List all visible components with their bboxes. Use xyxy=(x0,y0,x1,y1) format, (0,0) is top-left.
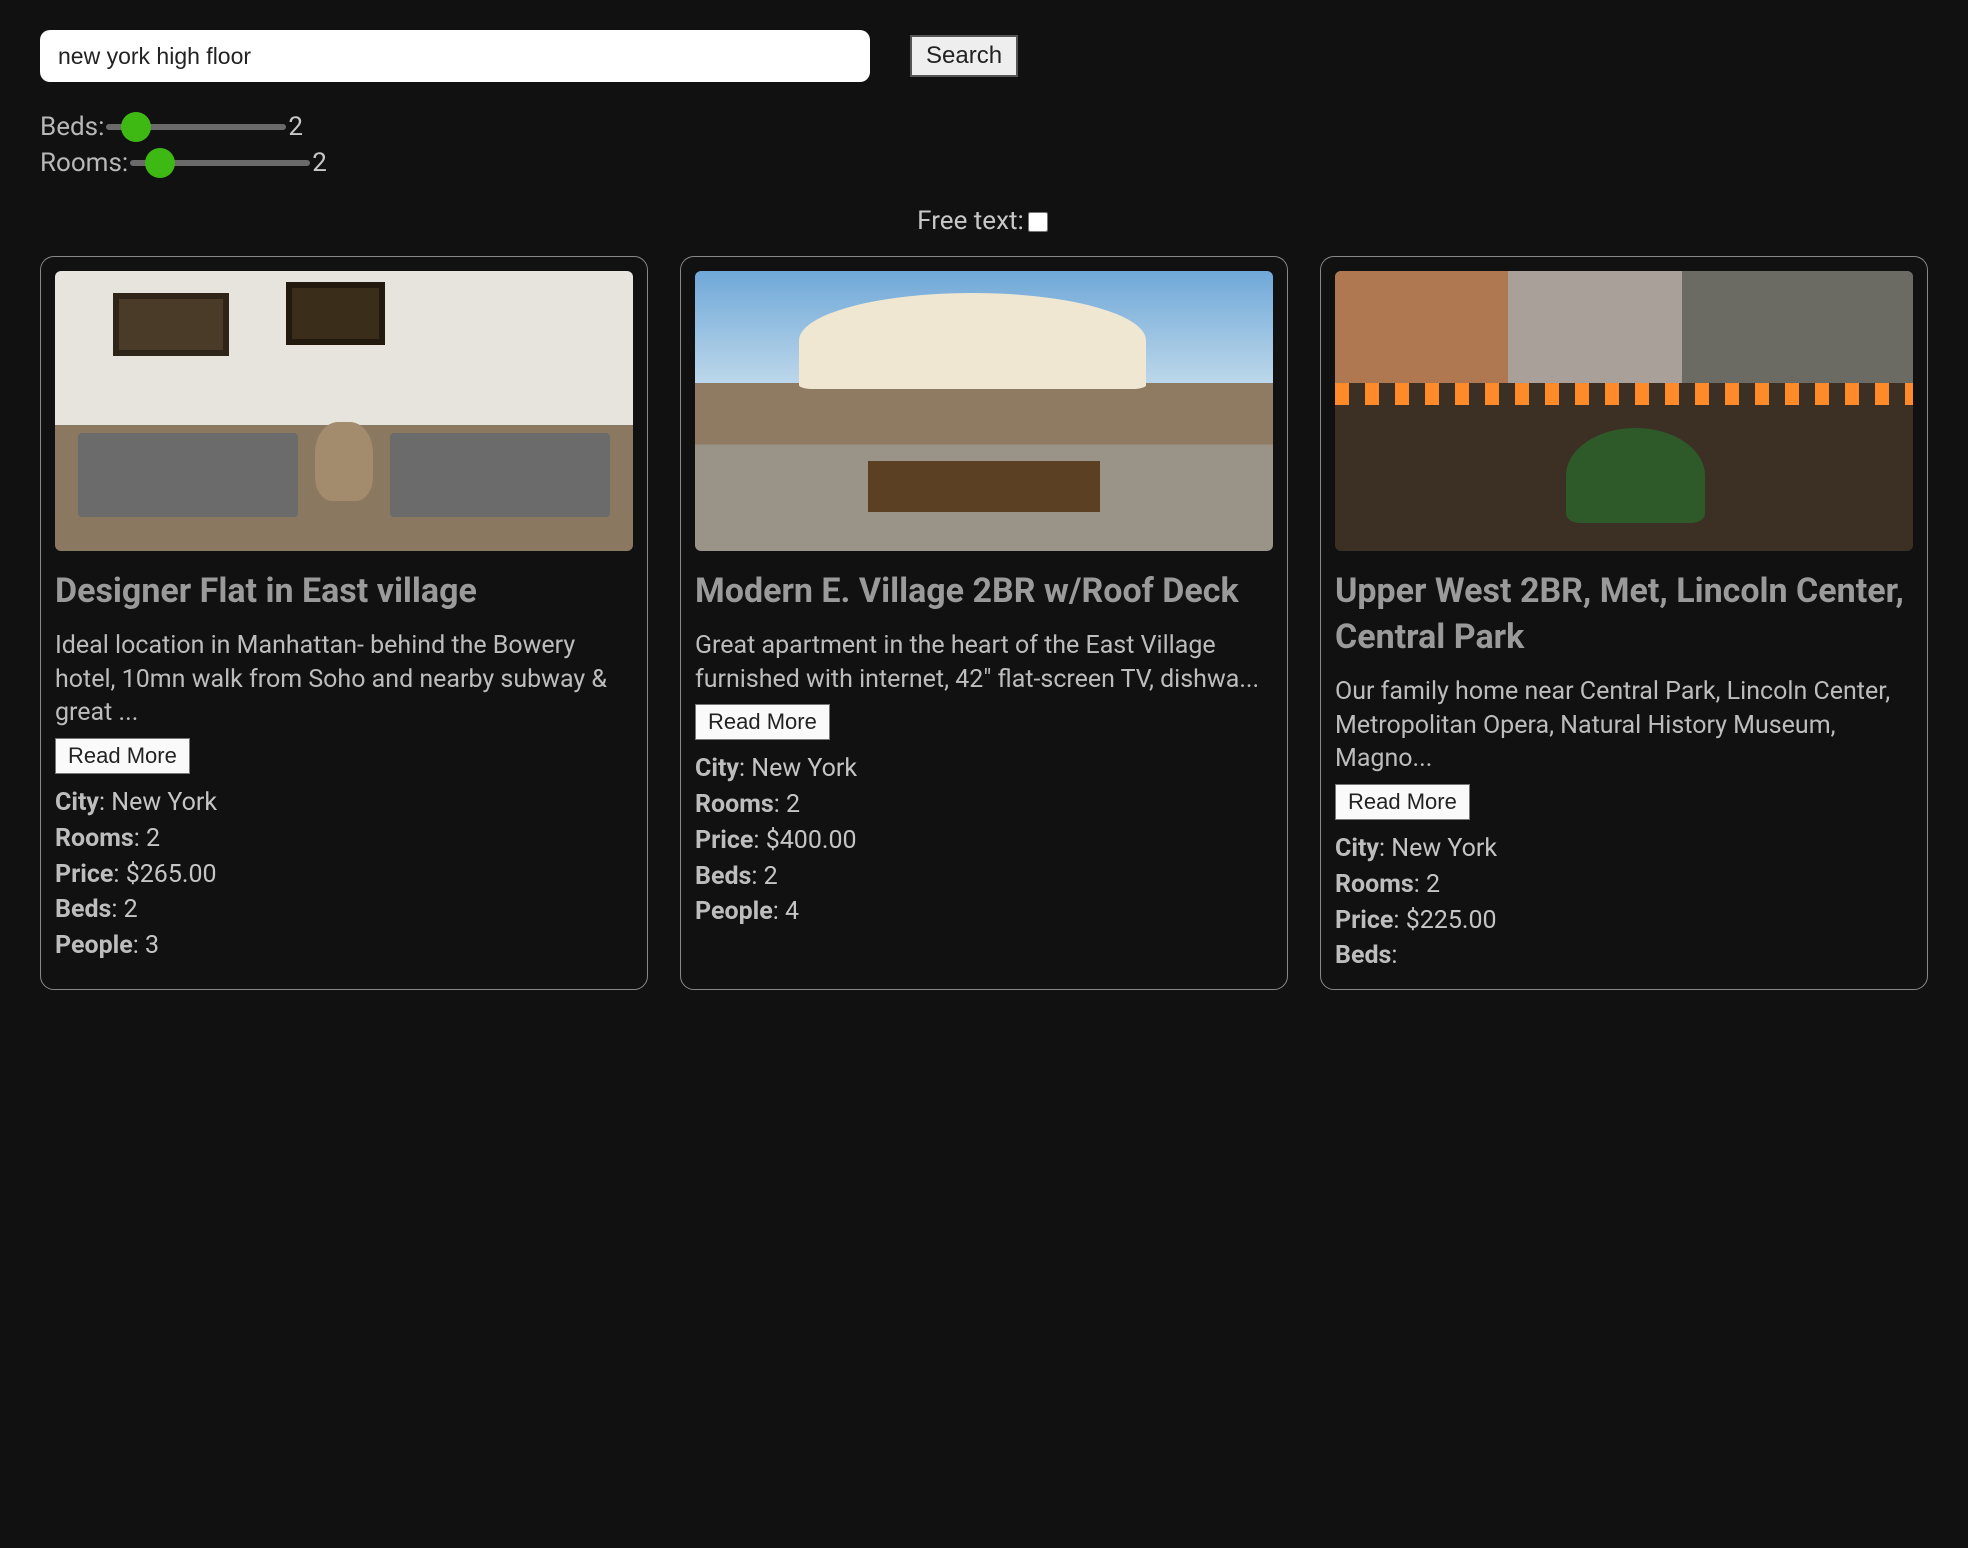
listing-price: Price: $225.00 xyxy=(1335,904,1913,938)
search-bar: Search xyxy=(40,30,1928,82)
listing-people: People: 3 xyxy=(55,929,633,963)
listing-description: Great apartment in the heart of the East… xyxy=(695,629,1273,697)
listing-city: City: New York xyxy=(695,752,1273,786)
listing-image xyxy=(1335,271,1913,551)
listing-city: City: New York xyxy=(55,786,633,820)
listing-grid: Designer Flat in East village Ideal loca… xyxy=(40,256,1928,990)
freetext-checkbox[interactable] xyxy=(1028,212,1048,232)
freetext-label: Free text: xyxy=(917,206,1024,236)
listing-card: Designer Flat in East village Ideal loca… xyxy=(40,256,648,990)
listing-rooms: Rooms: 2 xyxy=(1335,868,1913,902)
rooms-label: Rooms: xyxy=(40,148,128,178)
listing-image xyxy=(55,271,633,551)
beds-slider[interactable] xyxy=(106,124,286,130)
listing-price: Price: $265.00 xyxy=(55,858,633,892)
listing-title: Designer Flat in East village xyxy=(55,569,633,615)
listing-image xyxy=(695,271,1273,551)
listing-description: Ideal location in Manhattan- behind the … xyxy=(55,629,633,730)
listing-beds: Beds: 2 xyxy=(695,860,1273,894)
listing-beds: Beds: 2 xyxy=(55,893,633,927)
freetext-filter: Free text: xyxy=(40,206,1928,236)
rooms-slider[interactable] xyxy=(130,160,310,166)
listing-people: People: 4 xyxy=(695,895,1273,929)
beds-filter: Beds: 2 xyxy=(40,112,1928,142)
listing-beds-partial: Beds: xyxy=(1335,939,1913,973)
beds-label: Beds: xyxy=(40,112,104,142)
listing-rooms: Rooms: 2 xyxy=(55,822,633,856)
rooms-filter: Rooms: 2 xyxy=(40,148,1928,178)
read-more-button[interactable]: Read More xyxy=(1335,784,1470,820)
search-input[interactable] xyxy=(40,30,870,82)
listing-price: Price: $400.00 xyxy=(695,824,1273,858)
listing-description: Our family home near Central Park, Linco… xyxy=(1335,675,1913,776)
listing-card: Modern E. Village 2BR w/Roof Deck Great … xyxy=(680,256,1288,990)
search-button[interactable]: Search xyxy=(910,35,1018,77)
listing-card: Upper West 2BR, Met, Lincoln Center, Cen… xyxy=(1320,256,1928,990)
listing-city: City: New York xyxy=(1335,832,1913,866)
listing-title: Modern E. Village 2BR w/Roof Deck xyxy=(695,569,1273,615)
beds-value: 2 xyxy=(288,112,303,142)
listing-rooms: Rooms: 2 xyxy=(695,788,1273,822)
listing-title: Upper West 2BR, Met, Lincoln Center, Cen… xyxy=(1335,569,1913,661)
read-more-button[interactable]: Read More xyxy=(695,704,830,740)
rooms-value: 2 xyxy=(312,148,327,178)
read-more-button[interactable]: Read More xyxy=(55,738,190,774)
